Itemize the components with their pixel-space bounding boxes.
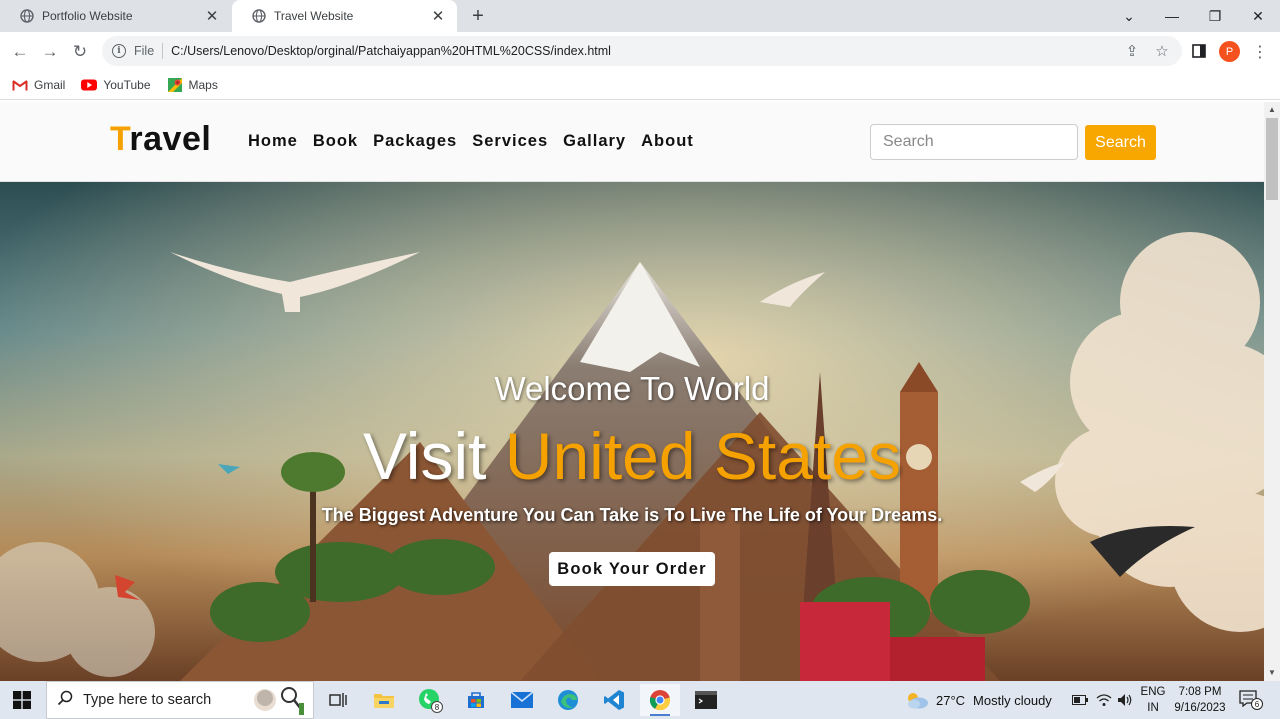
back-arrow-icon[interactable]: ← [8, 40, 32, 64]
search-highlight-doodle-icon [254, 687, 304, 715]
task-view-icon[interactable] [318, 684, 358, 716]
edge-icon[interactable] [548, 684, 588, 716]
main-nav: Home Book Packages Services Gallary Abou… [248, 132, 709, 151]
whatsapp-icon[interactable]: 8 [410, 684, 450, 716]
globe-icon [252, 9, 266, 23]
hero-banner: Welcome To World Visit United States The… [0, 182, 1264, 681]
clock-time: 7:08 PM [1178, 686, 1222, 698]
browser-tabstrip: Portfolio Website ✕ Travel Website ✕ + ⌄… [0, 0, 1280, 32]
bookmark-maps[interactable]: Maps [167, 77, 218, 92]
language-code: ENG [1140, 686, 1166, 698]
hero-title-plain: Visit [362, 419, 505, 493]
logo-rest: ravel [129, 120, 212, 158]
nav-packages[interactable]: Packages [373, 132, 457, 151]
tab-portfolio-website[interactable]: Portfolio Website ✕ [0, 0, 231, 32]
weather-widget[interactable]: 27°C Mostly cloudy [904, 681, 1052, 719]
weather-temp: 27°C [936, 692, 966, 708]
scrollbar-thumb[interactable] [1266, 118, 1278, 200]
bookmark-label: Maps [188, 77, 218, 92]
address-bar[interactable]: i File C:/Users/Lenovo/Desktop/orginal/P… [102, 36, 1182, 66]
hero-title: Visit United States [0, 418, 1264, 494]
terminal-icon[interactable] [686, 684, 726, 716]
microsoft-store-icon[interactable] [456, 684, 496, 716]
tab-title: Portfolio Website [42, 9, 133, 23]
page-scrollbar[interactable]: ▲ ▼ [1264, 102, 1280, 681]
window-close-icon[interactable]: ✕ [1236, 0, 1280, 32]
hero-title-accent: United States [504, 419, 902, 493]
language-region: IN [1147, 702, 1159, 714]
site-logo[interactable]: Travel [110, 120, 211, 159]
notification-count: 6 [1255, 700, 1260, 709]
nav-about[interactable]: About [641, 132, 694, 151]
tab-title: Travel Website [274, 9, 354, 23]
forward-arrow-icon[interactable]: → [38, 40, 62, 64]
page-viewport: Travel Home Book Packages Services Galla… [0, 102, 1264, 681]
chrome-taskbar-icon[interactable] [640, 684, 680, 716]
search-icon [57, 690, 73, 710]
cloudy-weather-icon [904, 691, 930, 709]
more-menu-icon[interactable]: ⋮ [1252, 41, 1268, 62]
windows-taskbar: Type here to search 8 27°C Mostly cloudy… [0, 681, 1280, 719]
profile-avatar[interactable]: P [1219, 41, 1240, 62]
windows-start-icon[interactable] [0, 681, 44, 719]
gmail-icon [12, 78, 28, 92]
bookmarks-bar: Gmail YouTube Maps [0, 70, 1280, 100]
address-url[interactable]: C:/Users/Lenovo/Desktop/orginal/Patchaiy… [171, 44, 611, 58]
taskbar-search-placeholder: Type here to search [83, 692, 212, 708]
search-button[interactable]: Search [1085, 125, 1156, 160]
tab-search-chevron-icon[interactable]: ⌄ [1107, 0, 1151, 32]
restore-icon[interactable]: ❐ [1193, 0, 1237, 32]
language-indicator[interactable]: ENG IN [1138, 684, 1168, 716]
vscode-icon[interactable] [594, 684, 634, 716]
taskbar-search-box[interactable]: Type here to search [46, 681, 314, 719]
minimize-icon[interactable]: — [1150, 0, 1194, 32]
whatsapp-badge: 8 [435, 703, 440, 712]
wifi-icon[interactable] [1096, 681, 1112, 719]
close-icon[interactable]: ✕ [429, 7, 447, 25]
nav-home[interactable]: Home [248, 132, 298, 151]
close-icon[interactable]: ✕ [203, 7, 221, 25]
nav-gallary[interactable]: Gallary [563, 132, 626, 151]
mail-icon[interactable] [502, 684, 542, 716]
volume-icon[interactable] [1117, 681, 1133, 719]
globe-icon [20, 9, 34, 23]
reload-icon[interactable]: ↻ [68, 40, 92, 64]
book-your-order-button[interactable]: Book Your Order [549, 552, 715, 586]
bookmark-label: Gmail [34, 77, 66, 92]
site-header: Travel Home Book Packages Services Galla… [0, 102, 1264, 182]
tab-travel-website[interactable]: Travel Website ✕ [232, 0, 457, 32]
active-app-indicator [650, 714, 670, 716]
address-separator [162, 43, 164, 59]
bookmark-youtube[interactable]: YouTube [81, 77, 151, 92]
nav-book[interactable]: Book [313, 132, 358, 151]
address-scheme: File [134, 44, 155, 58]
hero-tagline: The Biggest Adventure You Can Take is To… [321, 505, 943, 525]
browser-toolbar: ← → ↻ i File C:/Users/Lenovo/Desktop/org… [0, 32, 1280, 70]
notification-center-icon[interactable]: 6 [1236, 687, 1266, 713]
hero-welcome-text: Welcome To World [494, 370, 770, 407]
info-icon[interactable]: i [112, 44, 126, 58]
bookmark-label: YouTube [103, 77, 151, 92]
bookmark-gmail[interactable]: Gmail [12, 78, 65, 92]
battery-icon[interactable] [1072, 681, 1088, 719]
youtube-icon [81, 78, 98, 92]
share-icon[interactable]: ⇪ [1123, 42, 1141, 60]
logo-first-letter: T [110, 120, 130, 158]
system-clock[interactable]: 7:08 PM 9/16/2023 [1170, 684, 1230, 716]
nav-services[interactable]: Services [472, 132, 548, 151]
file-explorer-icon[interactable] [364, 684, 404, 716]
side-panel-icon[interactable] [1190, 42, 1208, 60]
maps-icon [167, 77, 183, 92]
star-icon[interactable]: ☆ [1153, 42, 1171, 60]
scroll-up-arrow-icon[interactable]: ▲ [1268, 106, 1276, 114]
scroll-down-arrow-icon[interactable]: ▼ [1268, 669, 1276, 677]
new-tab-button[interactable]: + [466, 4, 490, 28]
weather-condition: Mostly cloudy [973, 692, 1052, 708]
search-input[interactable]: Search [870, 124, 1078, 160]
clock-date: 9/16/2023 [1174, 702, 1226, 714]
